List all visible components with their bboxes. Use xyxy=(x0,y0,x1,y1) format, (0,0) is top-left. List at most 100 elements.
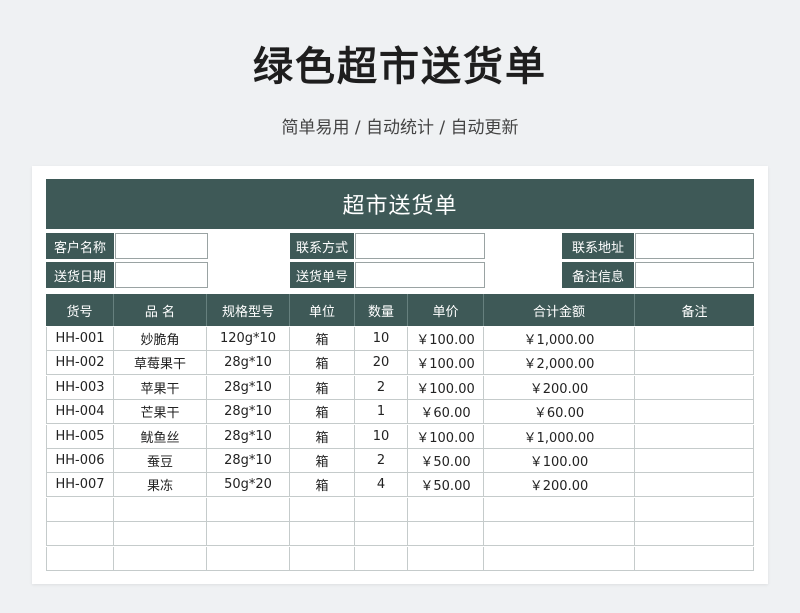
cell-remarks[interactable] xyxy=(635,375,754,400)
cell-product-name[interactable] xyxy=(114,497,207,522)
cell-remarks[interactable] xyxy=(635,424,754,449)
cell-quantity[interactable] xyxy=(355,497,408,522)
cell-spec[interactable] xyxy=(207,497,290,522)
cell-unit[interactable] xyxy=(290,546,355,571)
cell-item-no[interactable]: HH-005 xyxy=(46,424,114,449)
cell-unit[interactable]: 箱 xyxy=(290,449,355,473)
customer-name-field[interactable] xyxy=(115,233,208,259)
contact-address-label: 联系地址 xyxy=(562,233,634,259)
cell-spec[interactable]: 50g*20 xyxy=(207,473,290,498)
cell-unit-price[interactable]: ￥50.00 xyxy=(408,473,484,498)
cell-unit-price[interactable]: ￥100.00 xyxy=(408,375,484,400)
cell-spec[interactable]: 28g*10 xyxy=(207,400,290,425)
cell-item-no[interactable]: HH-004 xyxy=(46,400,114,425)
cell-unit[interactable]: 箱 xyxy=(290,473,355,498)
cell-unit-price[interactable] xyxy=(408,522,484,547)
cell-remarks[interactable] xyxy=(635,400,754,425)
cell-remarks[interactable] xyxy=(635,449,754,473)
cell-spec[interactable]: 28g*10 xyxy=(207,375,290,400)
cell-item-no[interactable]: HH-007 xyxy=(46,473,114,498)
column-header-spec: 规格型号 xyxy=(207,294,290,326)
page-title: 绿色超市送货单 xyxy=(253,44,547,90)
cell-quantity[interactable]: 10 xyxy=(355,327,408,351)
cell-spec[interactable]: 28g*10 xyxy=(207,424,290,449)
cell-product-name[interactable]: 妙脆角 xyxy=(114,327,207,351)
contact-method-label: 联系方式 xyxy=(290,233,354,259)
cell-unit-price[interactable]: ￥100.00 xyxy=(408,424,484,449)
cell-item-no[interactable]: HH-006 xyxy=(46,449,114,473)
cell-quantity[interactable]: 4 xyxy=(355,473,408,498)
customer-name-label: 客户名称 xyxy=(46,233,114,259)
cell-remarks[interactable] xyxy=(635,522,754,547)
cell-total-amount[interactable]: ￥2,000.00 xyxy=(484,351,635,376)
cell-product-name[interactable]: 鱿鱼丝 xyxy=(114,424,207,449)
cell-quantity[interactable]: 2 xyxy=(355,375,408,400)
cell-total-amount[interactable]: ￥1,000.00 xyxy=(484,424,635,449)
cell-total-amount[interactable]: ￥100.00 xyxy=(484,449,635,473)
delivery-form-card: 超市送货单 客户名称 联系方式 联系地址 送货日期 送货单号 备注信息 货号 品… xyxy=(32,166,768,584)
cell-quantity[interactable]: 1 xyxy=(355,400,408,425)
cell-unit[interactable]: 箱 xyxy=(290,400,355,425)
cell-item-no[interactable]: HH-001 xyxy=(46,327,114,351)
column-header-total-amount: 合计金额 xyxy=(484,294,635,326)
cell-remarks[interactable] xyxy=(635,546,754,571)
cell-item-no[interactable]: HH-002 xyxy=(46,351,114,376)
cell-unit-price[interactable] xyxy=(408,497,484,522)
contact-method-field[interactable] xyxy=(355,233,485,259)
delivery-no-label: 送货单号 xyxy=(290,262,354,288)
column-header-quantity: 数量 xyxy=(355,294,408,326)
delivery-no-field[interactable] xyxy=(355,262,485,288)
column-header-product-name: 品 名 xyxy=(114,294,207,326)
remarks-info-field[interactable] xyxy=(635,262,754,288)
cell-product-name[interactable]: 果冻 xyxy=(114,473,207,498)
cell-quantity[interactable]: 10 xyxy=(355,424,408,449)
cell-total-amount[interactable] xyxy=(484,497,635,522)
cell-spec[interactable]: 120g*10 xyxy=(207,327,290,351)
cell-total-amount[interactable] xyxy=(484,522,635,547)
cell-remarks[interactable] xyxy=(635,327,754,351)
cell-unit[interactable]: 箱 xyxy=(290,375,355,400)
remarks-info-label: 备注信息 xyxy=(562,262,634,288)
cell-spec[interactable] xyxy=(207,522,290,547)
cell-product-name[interactable]: 苹果干 xyxy=(114,375,207,400)
cell-unit-price[interactable]: ￥100.00 xyxy=(408,327,484,351)
cell-spec[interactable] xyxy=(207,546,290,571)
cell-item-no[interactable] xyxy=(46,497,114,522)
cell-quantity[interactable]: 2 xyxy=(355,449,408,473)
cell-product-name[interactable]: 草莓果干 xyxy=(114,351,207,376)
cell-unit-price[interactable] xyxy=(408,546,484,571)
cell-total-amount[interactable]: ￥200.00 xyxy=(484,473,635,498)
cell-unit-price[interactable]: ￥60.00 xyxy=(408,400,484,425)
cell-remarks[interactable] xyxy=(635,497,754,522)
cell-product-name[interactable] xyxy=(114,522,207,547)
cell-remarks[interactable] xyxy=(635,473,754,498)
column-header-unit: 单位 xyxy=(290,294,355,326)
cell-total-amount[interactable]: ￥1,000.00 xyxy=(484,327,635,351)
cell-remarks[interactable] xyxy=(635,351,754,376)
cell-product-name[interactable]: 芒果干 xyxy=(114,400,207,425)
delivery-date-field[interactable] xyxy=(115,262,208,288)
cell-item-no[interactable]: HH-003 xyxy=(46,375,114,400)
cell-unit[interactable] xyxy=(290,497,355,522)
cell-unit[interactable] xyxy=(290,522,355,547)
cell-quantity[interactable]: 20 xyxy=(355,351,408,376)
cell-unit[interactable]: 箱 xyxy=(290,327,355,351)
cell-unit-price[interactable]: ￥100.00 xyxy=(408,351,484,376)
cell-unit[interactable]: 箱 xyxy=(290,424,355,449)
cell-unit[interactable]: 箱 xyxy=(290,351,355,376)
cell-spec[interactable]: 28g*10 xyxy=(207,449,290,473)
cell-spec[interactable]: 28g*10 xyxy=(207,351,290,376)
cell-total-amount[interactable]: ￥60.00 xyxy=(484,400,635,425)
cell-item-no[interactable] xyxy=(46,546,114,571)
contact-address-field[interactable] xyxy=(635,233,754,259)
cell-total-amount[interactable] xyxy=(484,546,635,571)
cell-quantity[interactable] xyxy=(355,546,408,571)
cell-product-name[interactable] xyxy=(114,546,207,571)
column-header-item-no: 货号 xyxy=(46,294,114,326)
cell-product-name[interactable]: 蚕豆 xyxy=(114,449,207,473)
page-subtitle: 简单易用 / 自动统计 / 自动更新 xyxy=(281,118,519,138)
cell-quantity[interactable] xyxy=(355,522,408,547)
cell-total-amount[interactable]: ￥200.00 xyxy=(484,375,635,400)
cell-item-no[interactable] xyxy=(46,522,114,547)
cell-unit-price[interactable]: ￥50.00 xyxy=(408,449,484,473)
